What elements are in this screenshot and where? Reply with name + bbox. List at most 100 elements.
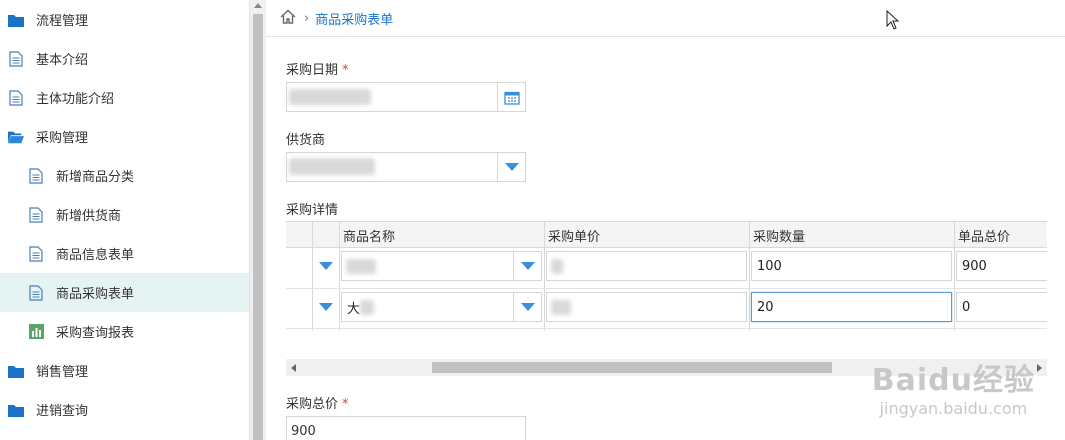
main-panel: › 商品采购表单 采购日期 * 供货商 采购详情 商品名称 采购单价 采购数量 …	[266, 0, 1065, 440]
unit-price-input[interactable]	[546, 251, 747, 281]
redacted-value	[289, 89, 371, 105]
redacted-value	[360, 300, 374, 315]
sidebar-item-new-category[interactable]: 新增商品分类	[0, 156, 249, 195]
sidebar-item-label: 进销查询	[36, 404, 89, 419]
supplier-label: 供货商	[286, 133, 326, 148]
sidebar-item-product-info[interactable]: 商品信息表单	[0, 234, 249, 273]
sidebar-item-purchase-report[interactable]: 采购查询报表	[0, 312, 249, 351]
row-divider	[286, 328, 1047, 329]
mouse-cursor-icon	[886, 9, 900, 34]
subtotal-input[interactable]: 0	[956, 292, 1047, 322]
redacted-value	[551, 259, 563, 274]
folder-icon	[8, 12, 24, 28]
product-dropdown-button[interactable]	[513, 252, 541, 280]
calendar-button[interactable]	[497, 83, 525, 111]
document-icon	[8, 89, 24, 106]
total-price-label: 采购总价 *	[286, 393, 349, 412]
scroll-left-icon[interactable]	[291, 364, 296, 372]
scroll-right-icon[interactable]	[1037, 364, 1042, 372]
column-divider	[312, 222, 313, 331]
sidebar-item-label: 商品采购表单	[56, 287, 135, 302]
sidebar-item-label: 流程管理	[36, 14, 89, 29]
purchase-details-label: 采购详情	[286, 203, 339, 218]
redacted-value	[289, 158, 375, 175]
scrollbar-thumb[interactable]	[253, 14, 263, 440]
unit-price-input[interactable]	[546, 292, 747, 322]
sidebar-item-label: 新增商品分类	[56, 170, 135, 185]
sidebar-item-main-features[interactable]: 主体功能介绍	[0, 78, 249, 117]
product-select[interactable]	[341, 251, 542, 281]
sidebar-scrollbar[interactable]	[249, 0, 266, 440]
document-icon	[8, 50, 24, 67]
product-select[interactable]: 大	[341, 292, 542, 322]
sidebar-item-label: 商品信息表单	[56, 248, 135, 263]
home-icon[interactable]	[280, 9, 296, 28]
document-icon	[28, 284, 44, 301]
breadcrumb-current: 商品采购表单	[315, 12, 394, 28]
column-divider	[954, 222, 955, 331]
calendar-icon	[503, 91, 520, 105]
chevron-down-icon	[319, 262, 333, 270]
sidebar-item-label: 基本介绍	[36, 53, 89, 68]
supplier-dropdown-button[interactable]	[497, 153, 525, 181]
scrollbar-thumb[interactable]	[432, 362, 832, 373]
row-dropdown-button[interactable]	[314, 292, 338, 322]
folder-icon	[8, 363, 24, 379]
document-icon	[28, 206, 44, 223]
product-dropdown-button[interactable]	[513, 293, 541, 321]
grid-header	[286, 222, 1047, 248]
purchase-date-label: 采购日期 *	[286, 59, 349, 78]
sidebar-item-intro[interactable]: 基本介绍	[0, 39, 249, 78]
column-header-quantity[interactable]: 采购数量	[753, 226, 805, 245]
purchase-details-grid: 商品名称 采购单价 采购数量 单品总价 100 900 大 20 0	[286, 221, 1047, 364]
watermark: Baidu经验 jingyan.baidu.com	[872, 355, 1035, 418]
sidebar-item-label: 销售管理	[36, 365, 89, 380]
sidebar-item-label: 主体功能介绍	[36, 92, 115, 107]
column-divider	[749, 222, 750, 331]
watermark-url: jingyan.baidu.com	[879, 399, 1028, 418]
redacted-value	[551, 300, 571, 315]
breadcrumb: › 商品采购表单	[266, 0, 1065, 37]
column-header-product[interactable]: 商品名称	[343, 226, 395, 245]
column-header-unit-price[interactable]: 采购单价	[548, 226, 600, 245]
redacted-value	[346, 259, 376, 274]
sidebar-item-purchase-form[interactable]: 商品采购表单	[0, 273, 249, 312]
sidebar: 流程管理 基本介绍 主体功能介绍 采购管理 新增商品分类 新增供货商 商品信息表…	[0, 0, 249, 440]
product-name: 大	[347, 301, 361, 317]
purchase-date-input[interactable]	[286, 82, 526, 112]
folder-open-icon	[8, 129, 24, 145]
sidebar-item-process[interactable]: 流程管理	[0, 0, 249, 39]
subtotal-input[interactable]: 900	[956, 251, 1047, 281]
purchase-date-label-text: 采购日期	[286, 63, 339, 78]
sidebar-item-label: 新增供货商	[56, 209, 122, 224]
chevron-down-icon	[520, 262, 535, 270]
total-price-label-text: 采购总价	[286, 397, 339, 412]
document-icon	[28, 167, 44, 184]
chevron-down-icon	[319, 303, 333, 311]
watermark-brand: Baidu经验	[871, 363, 1035, 398]
sidebar-item-label: 采购管理	[36, 131, 89, 146]
required-mark: *	[342, 397, 349, 412]
chevron-down-icon	[520, 303, 535, 311]
sidebar-item-label: 采购查询报表	[56, 326, 135, 341]
bar-chart-icon	[28, 324, 44, 340]
column-divider	[339, 222, 340, 331]
column-divider	[544, 222, 545, 331]
row-divider	[286, 288, 1047, 289]
chevron-right-icon: ›	[304, 10, 310, 26]
supplier-select[interactable]	[286, 152, 526, 182]
sidebar-item-purchase[interactable]: 采购管理	[0, 117, 249, 156]
sidebar-item-inventory-query[interactable]: 进销查询	[0, 390, 249, 429]
required-mark: *	[342, 63, 349, 78]
sidebar-item-sales[interactable]: 销售管理	[0, 351, 249, 390]
document-icon	[28, 245, 44, 262]
sidebar-item-new-supplier[interactable]: 新增供货商	[0, 195, 249, 234]
total-price-input[interactable]: 900	[286, 416, 526, 440]
row-dropdown-button[interactable]	[314, 251, 338, 281]
chevron-down-icon	[504, 163, 519, 171]
quantity-input[interactable]: 100	[751, 251, 952, 281]
quantity-input[interactable]: 20	[751, 292, 952, 322]
scroll-up-icon[interactable]	[254, 3, 262, 8]
column-header-subtotal[interactable]: 单品总价	[958, 226, 1010, 245]
folder-icon	[8, 402, 24, 418]
